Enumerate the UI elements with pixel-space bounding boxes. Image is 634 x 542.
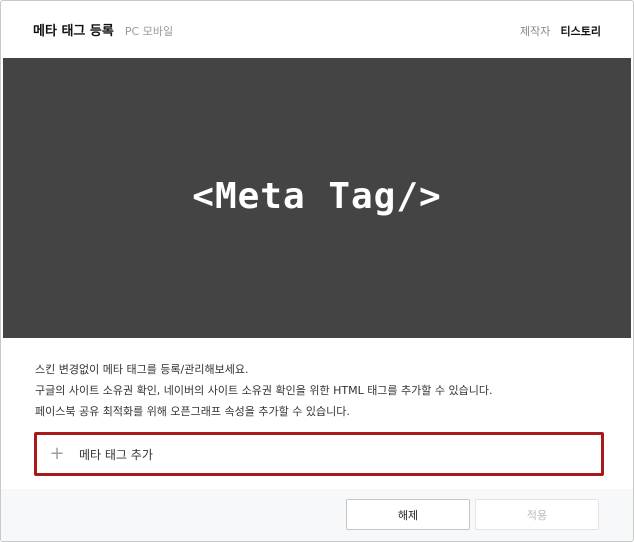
- add-meta-tag-button[interactable]: + 메타 태그 추가: [34, 432, 604, 476]
- dialog-title-group: 메타 태그 등록 PC 모바일: [33, 20, 173, 39]
- dialog-footer: 해제 적용: [1, 489, 633, 541]
- meta-tag-banner: <Meta Tag/>: [3, 58, 631, 338]
- dialog-subtitle: PC 모바일: [124, 24, 174, 38]
- description: 스킨 변경없이 메타 태그를 등록/관리해보세요. 구글의 사이트 소유권 확인…: [35, 359, 605, 422]
- meta-tag-dialog: 메타 태그 등록 PC 모바일 제작자 티스토리 <Meta Tag/> 스킨 …: [0, 0, 634, 542]
- dialog-header: 메타 태그 등록 PC 모바일 제작자 티스토리: [1, 1, 633, 57]
- cancel-button[interactable]: 해제: [346, 499, 470, 530]
- description-line: 스킨 변경없이 메타 태그를 등록/관리해보세요.: [35, 363, 249, 376]
- plus-icon: +: [49, 443, 65, 464]
- description-line: 페이스북 공유 최적화를 위해 오픈그래프 속성을 추가할 수 있습니다.: [35, 405, 350, 418]
- author-info: 제작자 티스토리: [520, 20, 601, 39]
- dialog-title: 메타 태그 등록: [33, 23, 114, 39]
- author-name: 티스토리: [560, 24, 601, 38]
- add-meta-tag-label: 메타 태그 추가: [79, 447, 153, 462]
- description-line: 구글의 사이트 소유권 확인, 네이버의 사이트 소유권 확인을 위한 HTML…: [35, 384, 493, 397]
- author-label: 제작자: [520, 24, 551, 38]
- banner-text: <Meta Tag/>: [192, 175, 442, 217]
- apply-button[interactable]: 적용: [475, 499, 599, 530]
